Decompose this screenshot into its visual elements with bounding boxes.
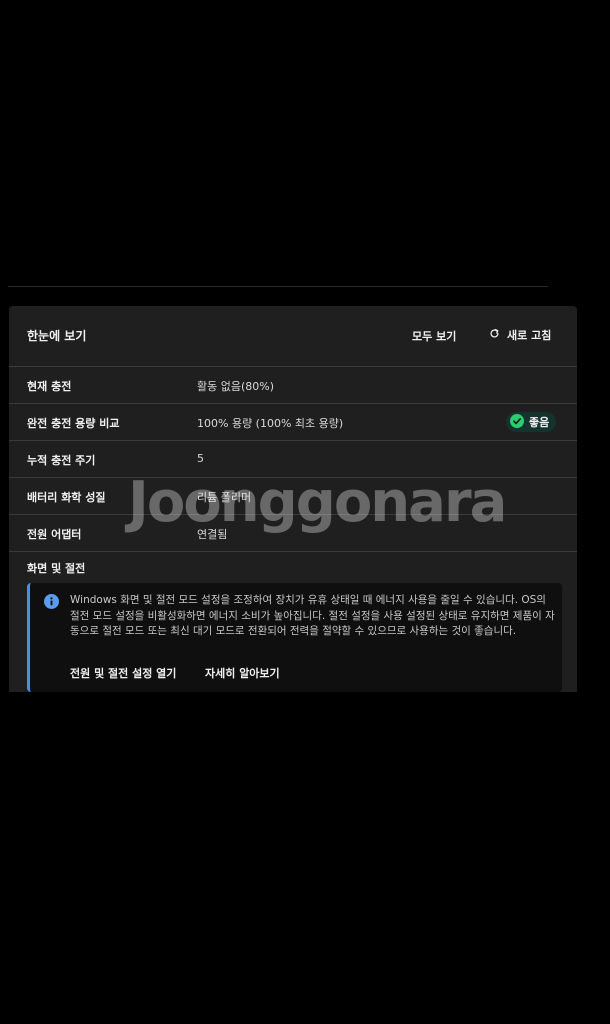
refresh-label: 새로 고침 <box>507 329 552 342</box>
check-circle-icon <box>510 413 524 431</box>
row-power-adapter: 전원 어댑터 연결됨 <box>9 515 577 552</box>
row-label: 누적 충전 주기 <box>27 454 96 467</box>
info-box: Windows 화면 및 절전 모드 설정을 조정하여 장치가 유휴 상태일 때… <box>27 583 562 692</box>
status-badge: 좋음 <box>506 412 557 432</box>
battery-overview-panel: 한눈에 보기 모두 보기 새로 고침 현재 충전 활동 없음(80%) 완전 충… <box>9 306 577 692</box>
row-battery-chemistry: 배터리 화학 성질 리튬 폴리머 <box>9 478 577 515</box>
row-full-charge-capacity: 완전 충전 용량 비교 100% 용량 (100% 최초 용량) 좋음 <box>9 404 577 441</box>
row-label: 완전 충전 용량 비교 <box>27 417 120 430</box>
refresh-icon <box>489 328 500 342</box>
refresh-button[interactable]: 새로 고침 <box>489 327 551 343</box>
open-power-settings-link[interactable]: 전원 및 절전 설정 열기 <box>70 665 176 681</box>
row-value: 5 <box>197 452 204 465</box>
info-icon <box>44 594 59 613</box>
row-label: 배터리 화학 성질 <box>27 491 106 504</box>
row-cycle-count: 누적 충전 주기 5 <box>9 441 577 478</box>
screen-sleep-section: 화면 및 절전 Windows 화면 및 절전 모드 설정을 조정하여 장치가 … <box>9 552 577 692</box>
view-all-button[interactable]: 모두 보기 <box>412 328 456 344</box>
row-label: 전원 어댑터 <box>27 528 82 541</box>
row-value: 리튬 폴리머 <box>197 491 252 504</box>
top-divider <box>8 286 548 287</box>
panel-header: 한눈에 보기 모두 보기 새로 고침 <box>9 306 577 367</box>
status-badge-label: 좋음 <box>529 416 550 429</box>
row-value: 100% 용량 (100% 최초 용량) <box>197 417 344 430</box>
row-current-charge: 현재 충전 활동 없음(80%) <box>9 367 577 404</box>
row-value: 활동 없음(80%) <box>197 380 275 393</box>
section-title: 화면 및 절전 <box>27 562 86 575</box>
row-label: 현재 충전 <box>27 380 72 393</box>
learn-more-link[interactable]: 자세히 알아보기 <box>205 665 280 681</box>
info-text: Windows 화면 및 절전 모드 설정을 조정하여 장치가 유휴 상태일 때… <box>70 594 555 637</box>
page-title: 한눈에 보기 <box>27 329 87 343</box>
row-value: 연결됨 <box>197 528 228 541</box>
